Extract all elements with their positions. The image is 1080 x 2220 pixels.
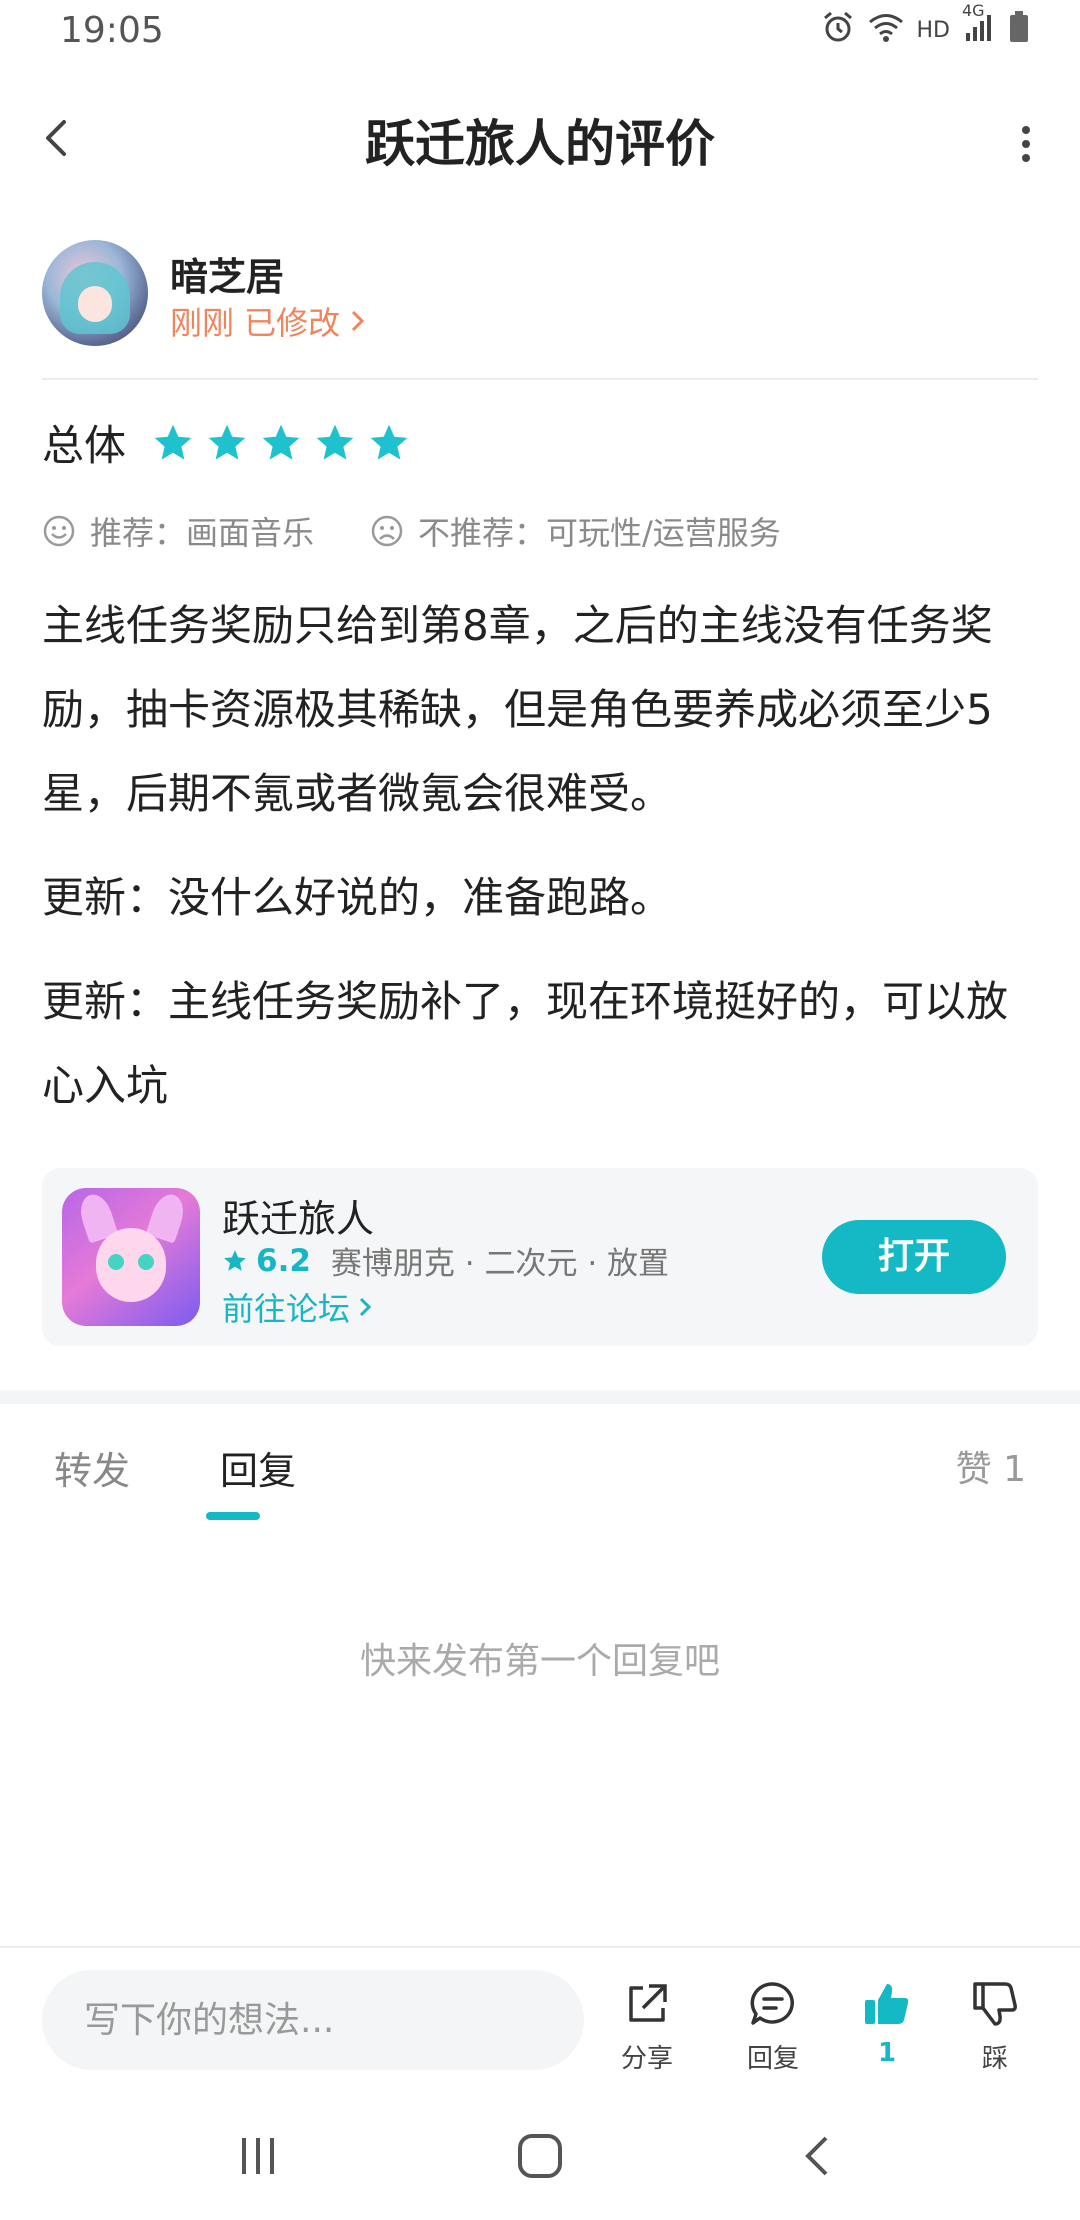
star-icon (154, 424, 192, 460)
app-score: 6.2 (256, 1242, 311, 1279)
dislike-button[interactable]: 踩 (950, 1978, 1040, 2075)
reply-label: 回复 (746, 2044, 799, 2074)
author-meta-text: 刚刚 已修改 (170, 304, 341, 342)
rating-stars (152, 422, 410, 464)
like-button[interactable]: 1 (842, 1978, 932, 2068)
likes-count[interactable]: 赞 1 (956, 1440, 1026, 1492)
bottom-toolbar: 分享 回复 1 踩 (0, 1946, 1080, 2094)
review-author: 暗芝居 刚刚 已修改 (42, 240, 1042, 350)
rating-label: 总体 (42, 421, 127, 470)
network-type-label: HD (916, 17, 950, 43)
comment-input[interactable] (42, 1970, 584, 2070)
battery-icon (1008, 10, 1030, 50)
avatar[interactable] (42, 240, 148, 346)
tab-forward[interactable]: 转发 (54, 1440, 130, 1495)
thumbs-down-icon (973, 1982, 1017, 2026)
system-nav-bar (0, 2094, 1080, 2220)
status-bar: 19:05 HD 4G (0, 0, 1080, 64)
forum-link[interactable]: 前往论坛 (222, 1284, 372, 1330)
recommend-tags: 推荐：画面音乐 不推荐：可玩性/运营服务 (42, 508, 837, 554)
more-button[interactable] (1008, 114, 1044, 174)
rating-row: 总体 (42, 412, 410, 473)
home-button[interactable] (516, 2134, 564, 2182)
star-icon (370, 424, 408, 460)
recommend-text: 推荐：画面音乐 (90, 514, 315, 552)
star-icon (262, 424, 300, 460)
thumbs-up-icon (865, 1984, 909, 2024)
status-time: 19:05 (60, 10, 164, 51)
frown-icon (371, 515, 403, 547)
review-body: 主线任务奖励只给到第8章，之后的主线没有任务奖励，抽卡资源极其稀缺，但是角色要养… (42, 584, 1042, 1148)
dislike-label: 踩 (981, 2044, 1008, 2074)
star-icon (224, 1249, 246, 1271)
review-paragraph: 主线任务奖励只给到第8章，之后的主线没有任务奖励，抽卡资源极其稀缺，但是角色要养… (42, 601, 993, 818)
star-icon (316, 424, 354, 460)
tab-reply[interactable]: 回复 (220, 1440, 296, 1495)
author-name[interactable]: 暗芝居 (170, 246, 284, 301)
status-icons: HD 4G (821, 1, 1030, 50)
app-icon[interactable] (62, 1188, 200, 1326)
chevron-right-icon (352, 310, 365, 332)
active-tab-indicator (206, 1512, 260, 1520)
smile-icon (43, 515, 75, 547)
signal-type-label: 4G (962, 1, 985, 20)
review-paragraph: 更新：主线任务奖励补了，现在环境挺好的，可以放心入坑 (42, 977, 1009, 1110)
comment-icon (750, 1982, 794, 2025)
wifi-icon (867, 11, 905, 49)
divider (42, 378, 1038, 380)
forum-link-label: 前往论坛 (222, 1290, 351, 1328)
recent-apps-button[interactable] (236, 2134, 280, 2182)
chevron-right-icon (359, 1297, 372, 1317)
reply-button[interactable]: 回复 (728, 1978, 818, 2075)
back-icon (805, 2136, 828, 2176)
edit-history-link[interactable]: 刚刚 已修改 (170, 298, 366, 344)
not-recommend-text: 不推荐：可玩性/运营服务 (418, 514, 781, 552)
signal-icon: 4G (962, 1, 996, 49)
more-vertical-icon (1022, 126, 1030, 162)
share-icon (629, 1984, 667, 2022)
recent-apps-icon (242, 2138, 274, 2174)
open-app-button[interactable]: 打开 (822, 1220, 1006, 1294)
interaction-tabs: 转发 回复 赞 1 (0, 1404, 1080, 1534)
app-card[interactable]: 跃迁旅人 6.2 赛博朋克 · 二次元 · 放置 前往论坛 打开 (42, 1168, 1038, 1346)
home-icon (518, 2134, 562, 2178)
alarm-icon (821, 10, 855, 50)
section-divider (0, 1390, 1080, 1404)
empty-replies-hint: 快来发布第一个回复吧 (359, 1641, 720, 1682)
system-back-button[interactable] (800, 2134, 834, 2182)
share-label: 分享 (620, 2044, 673, 2074)
app-meta: 6.2 赛博朋克 · 二次元 · 放置 (222, 1238, 669, 1283)
app-name[interactable]: 跃迁旅人 (222, 1188, 374, 1243)
like-count: 1 (877, 2038, 897, 2068)
star-icon (208, 424, 246, 460)
nav-bar: 跃迁旅人的评价 (0, 64, 1080, 210)
review-paragraph: 更新：没什么好说的，准备跑路。 (42, 873, 673, 922)
page-title: 跃迁旅人的评价 (365, 115, 715, 173)
share-button[interactable]: 分享 (602, 1978, 692, 2075)
app-tags: 赛博朋克 · 二次元 · 放置 (330, 1246, 670, 1282)
